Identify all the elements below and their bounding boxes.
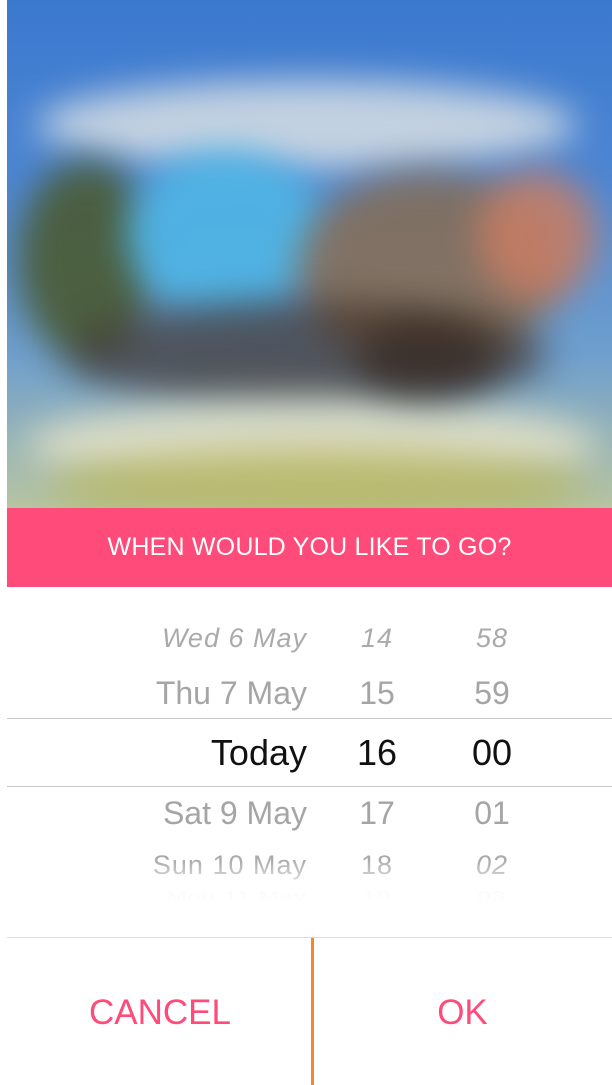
minute-option[interactable]: 03	[437, 889, 547, 904]
date-option[interactable]: Wed 6 May	[67, 623, 307, 654]
minute-option[interactable]: 02	[437, 850, 547, 881]
hour-option[interactable]: 17	[332, 795, 422, 832]
date-option[interactable]: Sat 9 May	[67, 795, 307, 832]
minute-option-selected[interactable]: 00	[437, 732, 547, 774]
date-option[interactable]: Sun 10 May	[67, 850, 307, 881]
date-option[interactable]: Thu 7 May	[67, 675, 307, 712]
cancel-button[interactable]: CANCEL	[7, 940, 313, 1085]
hour-option[interactable]: 14	[332, 623, 422, 654]
ok-button[interactable]: OK	[313, 940, 612, 1085]
photo-blur-region	[357, 320, 497, 400]
hour-option[interactable]: 15	[332, 675, 422, 712]
photo-blur-region	[477, 170, 597, 300]
minute-option[interactable]: 58	[437, 623, 547, 654]
selection-line-top	[7, 718, 612, 719]
hour-option-selected[interactable]: 16	[332, 732, 422, 774]
date-time-picker[interactable]: Wed 6 May Thu 7 May Today Sat 9 May Sun …	[7, 605, 612, 905]
minute-option[interactable]: 01	[437, 795, 547, 832]
action-bar-divider	[7, 937, 612, 938]
hour-wheel[interactable]: 14 15 16 17 18 19	[332, 605, 422, 905]
photo-blur-region	[37, 80, 577, 170]
hour-option[interactable]: 18	[332, 850, 422, 881]
minute-wheel[interactable]: 58 59 00 01 02 03	[437, 605, 547, 905]
date-wheel[interactable]: Wed 6 May Thu 7 May Today Sat 9 May Sun …	[67, 605, 307, 905]
banner-title: WHEN WOULD YOU LIKE TO GO?	[107, 533, 512, 561]
hero-photo	[7, 0, 612, 508]
minute-option[interactable]: 59	[437, 675, 547, 712]
photo-blur-region	[127, 150, 327, 320]
hour-option[interactable]: 19	[332, 889, 422, 904]
selection-line-bottom	[7, 786, 612, 787]
date-option-selected[interactable]: Today	[67, 732, 307, 774]
prompt-banner: WHEN WOULD YOU LIKE TO GO?	[7, 508, 612, 587]
date-option[interactable]: Mon 11 May	[67, 889, 307, 904]
